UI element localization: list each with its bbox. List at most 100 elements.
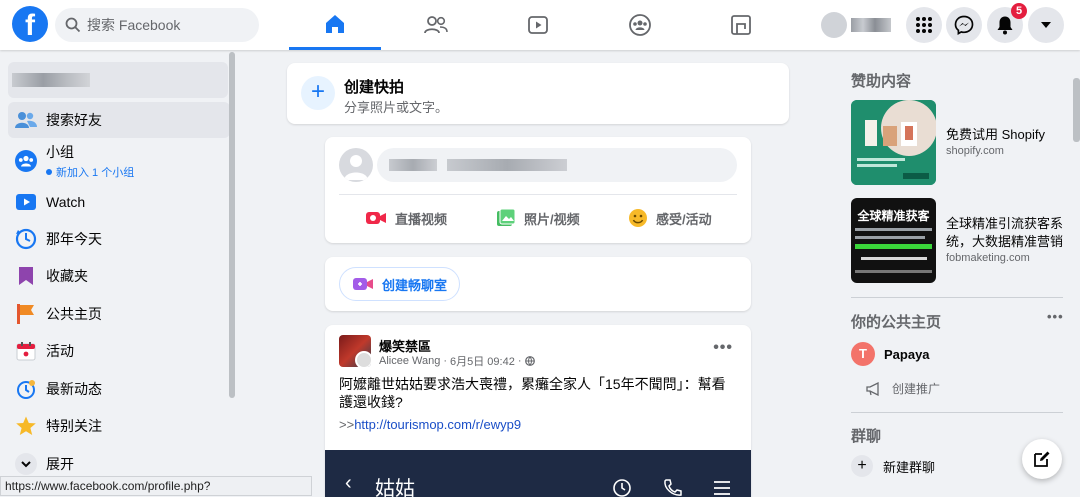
- create-room-label: 创建畅聊室: [382, 277, 448, 293]
- feeling-activity-label: 感受/活动: [656, 211, 712, 227]
- sidebar-item-watch[interactable]: Watch: [8, 184, 230, 220]
- sidebar-item-label: 活动: [46, 343, 74, 359]
- bell-icon: [997, 16, 1013, 35]
- post-date[interactable]: 6月5日 09:42: [450, 353, 515, 369]
- nav-tab-home[interactable]: [289, 0, 381, 50]
- fob-ad-image[interactable]: 全球精准获客: [851, 198, 936, 283]
- notification-badge: 5: [1011, 3, 1027, 19]
- sidebar-item-memories[interactable]: 那年今天: [8, 221, 230, 257]
- star-icon: [14, 414, 38, 438]
- page-name: Papaya: [884, 346, 930, 362]
- sidebar-item-groups[interactable]: 小组 新加入 1 个小组: [8, 140, 230, 182]
- post-author[interactable]: Alicee Wang: [379, 355, 440, 367]
- saved-icon: [14, 264, 38, 288]
- browser-status-bar: https://www.facebook.com/profile.php?id=…: [0, 476, 312, 496]
- create-promotion-button[interactable]: 创建推广: [866, 380, 940, 397]
- sidebar-item-favorites[interactable]: 特别关注: [8, 408, 230, 444]
- create-promotion-label: 创建推广: [892, 382, 941, 396]
- friends-icon: [14, 108, 38, 132]
- post-image[interactable]: ‹ 姑姑: [325, 450, 751, 497]
- author-avatar: [355, 351, 371, 367]
- sidebar-item-label: 特别关注: [46, 418, 102, 434]
- avatar: [821, 12, 847, 38]
- friends-icon: [424, 16, 448, 34]
- sidebar-item-events[interactable]: 活动: [8, 333, 230, 369]
- create-room-card: 创建畅聊室: [325, 257, 751, 311]
- photo-video-icon: [496, 208, 516, 228]
- photo-video-label: 照片/视频: [524, 211, 580, 227]
- groups-sub-label: 新加入 1 个小组: [56, 167, 135, 179]
- right-scrollbar[interactable]: [1073, 78, 1080, 142]
- facebook-logo[interactable]: f: [12, 6, 48, 42]
- gaming-icon: [731, 15, 751, 35]
- messenger-button[interactable]: [946, 7, 982, 43]
- events-icon: [14, 339, 38, 363]
- memories-icon: [14, 227, 38, 251]
- create-story-card[interactable]: + 创建快拍 分享照片或文字。: [287, 63, 789, 124]
- story-title: 创建快拍: [344, 79, 405, 96]
- divider: [851, 412, 1063, 413]
- ad-title[interactable]: 全球精准引流获客系统，大数据精准营销: [946, 215, 1066, 251]
- notifications-button[interactable]: 5: [987, 3, 1027, 43]
- live-video-label: 直播视频: [395, 211, 448, 227]
- left-scrollbar[interactable]: [229, 52, 235, 398]
- live-video-button[interactable]: 直播视频: [365, 203, 447, 233]
- profile-link[interactable]: [8, 62, 228, 98]
- watch-icon: [528, 16, 548, 34]
- photo-video-button[interactable]: 照片/视频: [496, 203, 580, 233]
- blurred-prompt: [389, 159, 437, 171]
- your-pages-heading: 你的公共主页: [851, 314, 942, 331]
- globe-icon: [524, 356, 535, 366]
- home-icon: [326, 14, 344, 33]
- profile-shortcut[interactable]: [818, 9, 896, 41]
- sidebar-item-label: 展开: [46, 456, 74, 472]
- post-link-prefix: >>: [339, 417, 355, 432]
- group-chats-heading: 群聊: [851, 428, 882, 445]
- sidebar-item-most-recent[interactable]: 最新动态: [8, 371, 230, 407]
- post-link[interactable]: http://tourismop.com/r/ewyp9: [354, 417, 521, 432]
- compose-icon: [1034, 451, 1050, 467]
- sidebar-item-label: 公共主页: [46, 306, 102, 322]
- post-options-icon[interactable]: •••: [713, 339, 733, 357]
- pages-options-icon[interactable]: •••: [1047, 309, 1064, 324]
- clock-icon: [613, 479, 631, 497]
- new-message-button[interactable]: [1022, 439, 1062, 479]
- sidebar-item-label: 小组: [46, 144, 74, 160]
- live-video-icon: [365, 210, 387, 226]
- post-text: 阿嬤離世姑姑要求浩大喪禮，累癱全家人「15年不聞問」：幫看護還收錢?: [339, 376, 726, 410]
- nav-tab-watch[interactable]: [492, 0, 584, 50]
- ad-title[interactable]: 免费试用 Shopify: [946, 126, 1045, 144]
- nav-tab-groups[interactable]: [594, 0, 686, 50]
- page-papaya[interactable]: T Papaya: [851, 342, 930, 366]
- menu-button[interactable]: [906, 7, 942, 43]
- caret-down-icon: [1041, 22, 1051, 28]
- ad-image-title: 全球精准获客: [857, 209, 930, 223]
- megaphone-icon: [866, 381, 879, 396]
- sidebar-item-label: 收藏夹: [46, 268, 88, 284]
- groups-icon: [629, 14, 651, 36]
- feeling-activity-button[interactable]: 感受/活动: [628, 203, 712, 233]
- divider: [339, 194, 737, 195]
- new-group-chat-button[interactable]: + 新建群聊: [851, 455, 935, 477]
- ad-url: shopify.com: [946, 145, 1004, 157]
- story-subtitle: 分享照片或文字。: [344, 100, 449, 115]
- watch-icon: [14, 190, 38, 214]
- sidebar-item-saved[interactable]: 收藏夹: [8, 258, 230, 294]
- sidebar-item-pages[interactable]: 公共主页: [8, 296, 230, 332]
- plus-icon: +: [301, 76, 335, 110]
- sidebar-item-label: 最新动态: [46, 381, 102, 397]
- search-input[interactable]: [87, 17, 237, 33]
- blurred-username: [851, 18, 891, 32]
- shopify-ad-image[interactable]: [851, 100, 936, 185]
- nav-tab-friends[interactable]: [390, 0, 482, 50]
- search-box[interactable]: [55, 8, 259, 42]
- hamburger-icon: [714, 481, 730, 495]
- nav-tab-gaming[interactable]: [695, 0, 787, 50]
- new-dot: [46, 169, 52, 175]
- page-avatar[interactable]: [339, 335, 371, 367]
- composer-input[interactable]: [377, 148, 737, 182]
- create-room-button[interactable]: 创建畅聊室: [339, 267, 461, 301]
- post-image-text: 姑姑: [375, 478, 415, 497]
- account-menu-button[interactable]: [1028, 7, 1064, 43]
- sidebar-item-friends[interactable]: 搜索好友: [8, 102, 230, 138]
